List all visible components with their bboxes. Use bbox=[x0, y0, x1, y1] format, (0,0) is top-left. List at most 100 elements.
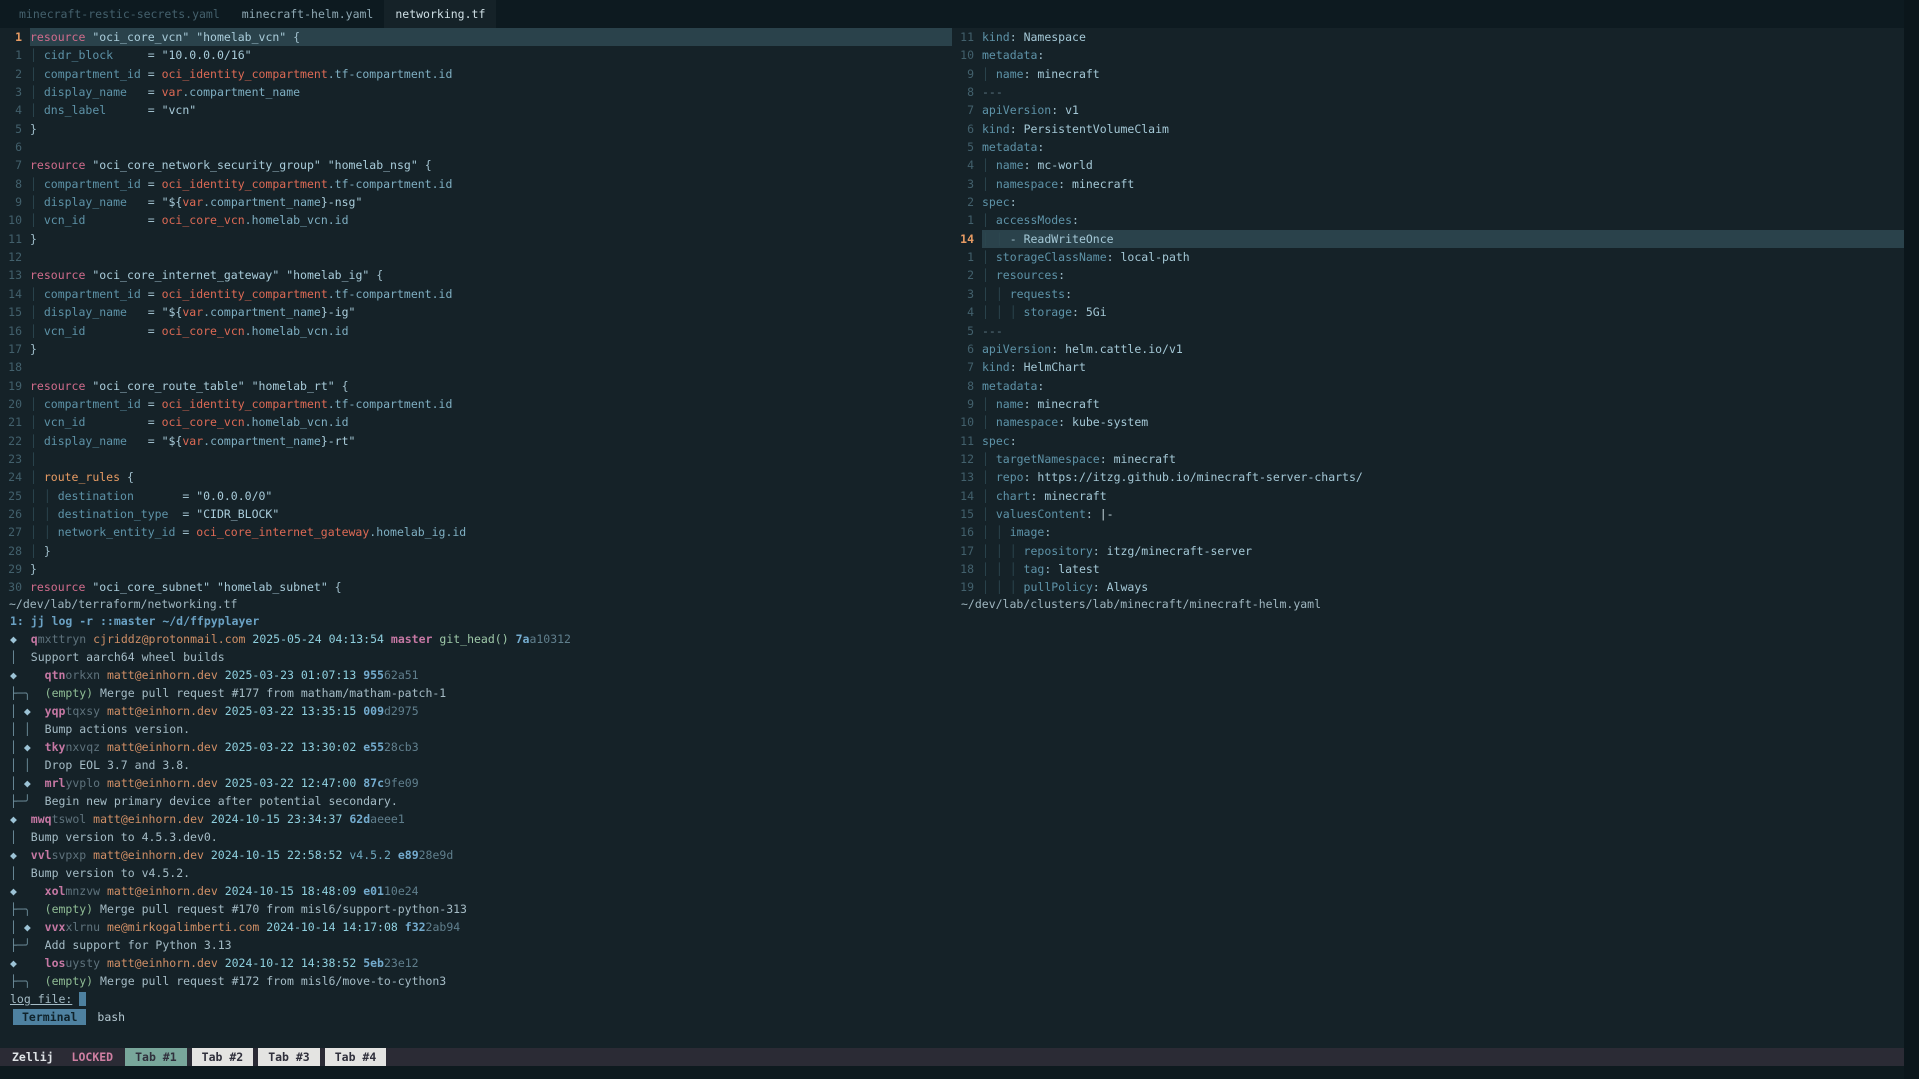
code-line[interactable]: 15│ display_name = "${var.compartment_na… bbox=[0, 303, 952, 321]
token: matt@einhorn.dev bbox=[107, 884, 218, 898]
code-line[interactable]: 19│ │ │ pullPolicy: Always bbox=[952, 578, 1904, 596]
code-line[interactable]: 2│ resources: bbox=[952, 266, 1904, 284]
token: compartment_id bbox=[44, 287, 141, 301]
token: }-rt" bbox=[321, 434, 356, 448]
code-line[interactable]: 1│ accessModes: bbox=[952, 211, 1904, 229]
code-line[interactable]: 9│ display_name = "${var.compartment_nam… bbox=[0, 193, 952, 211]
code-line[interactable]: 14│ chart: minecraft bbox=[952, 487, 1904, 505]
code-line[interactable]: 7apiVersion: v1 bbox=[952, 101, 1904, 119]
token: mc-world bbox=[1037, 158, 1092, 172]
code-line[interactable]: 1│ cidr_block = "10.0.0.0/16" bbox=[0, 46, 952, 64]
buffer-tab-minecraft-helm.yaml[interactable]: minecraft-helm.yaml bbox=[231, 0, 385, 28]
left-editor-code[interactable]: 1resource "oci_core_vcn" "homelab_vcn" {… bbox=[0, 28, 952, 597]
token: kube-system bbox=[1072, 415, 1148, 429]
zellij-tab-tab-#1[interactable]: Tab #1 bbox=[125, 1048, 187, 1066]
code-line[interactable]: 11} bbox=[0, 230, 952, 248]
zellij-tab-tab-#4[interactable]: Tab #4 bbox=[325, 1048, 387, 1066]
token: mrl bbox=[45, 776, 66, 790]
code-line[interactable]: 14│ compartment_id = oci_identity_compar… bbox=[0, 285, 952, 303]
right-editor-code[interactable]: 11kind: Namespace10metadata:9│ name: min… bbox=[952, 28, 1904, 597]
token: name bbox=[996, 67, 1024, 81]
code-line[interactable]: 2spec: bbox=[952, 193, 1904, 211]
code-line[interactable]: 17│ │ │ repository: itzg/minecraft-serve… bbox=[952, 542, 1904, 560]
code-line[interactable]: 7kind: HelmChart bbox=[952, 358, 1904, 376]
buffer-tab-minecraft-restic-secrets.yaml[interactable]: minecraft-restic-secrets.yaml bbox=[8, 0, 231, 28]
code-line[interactable]: 13│ repo: https://itzg.github.io/minecra… bbox=[952, 468, 1904, 486]
code-line[interactable]: 21│ vcn_id = oci_core_vcn.homelab_vcn.id bbox=[0, 413, 952, 431]
code-line[interactable]: 9│ name: minecraft bbox=[952, 395, 1904, 413]
line-content: │ │ image: bbox=[982, 523, 1904, 541]
code-line[interactable]: 8--- bbox=[952, 83, 1904, 101]
line-number: 19 bbox=[952, 578, 982, 596]
code-line[interactable]: 3│ namespace: minecraft bbox=[952, 175, 1904, 193]
zellij-tab-tab-#2[interactable]: Tab #2 bbox=[192, 1048, 254, 1066]
code-line-current[interactable]: 1resource "oci_core_vcn" "homelab_vcn" { bbox=[0, 28, 952, 46]
code-line[interactable]: 18 bbox=[0, 358, 952, 376]
token: │ bbox=[30, 544, 44, 558]
token: minecraft bbox=[1037, 397, 1099, 411]
code-line[interactable]: 10metadata: bbox=[952, 46, 1904, 64]
terminal-mode-chip[interactable]: Terminal bbox=[13, 1009, 86, 1025]
code-line[interactable]: 5metadata: bbox=[952, 138, 1904, 156]
token: kind bbox=[982, 30, 1010, 44]
code-line[interactable]: 16│ vcn_id = oci_core_vcn.homelab_vcn.id bbox=[0, 322, 952, 340]
code-line[interactable]: 27│ │ network_entity_id = oci_core_inter… bbox=[0, 523, 952, 541]
code-line[interactable]: 4│ │ │ storage: 5Gi bbox=[952, 303, 1904, 321]
line-number: 18 bbox=[952, 560, 982, 578]
buffer-tab-networking.tf[interactable]: networking.tf bbox=[384, 0, 496, 28]
terminal-command-line: 1: jj log -r ::master ~/d/ffpyplayer bbox=[10, 612, 1904, 630]
code-line[interactable]: 17} bbox=[0, 340, 952, 358]
line-number: 29 bbox=[0, 560, 30, 578]
code-line[interactable]: 11kind: Namespace bbox=[952, 28, 1904, 46]
code-line[interactable]: 3│ │ requests: bbox=[952, 285, 1904, 303]
code-line[interactable]: 30resource "oci_core_subnet" "homelab_su… bbox=[0, 578, 952, 596]
code-line[interactable]: 29} bbox=[0, 560, 952, 578]
code-line[interactable]: 9│ name: minecraft bbox=[952, 65, 1904, 83]
code-line[interactable]: 7resource "oci_core_network_security_gro… bbox=[0, 156, 952, 174]
code-line[interactable]: 13resource "oci_core_internet_gateway" "… bbox=[0, 266, 952, 284]
code-line[interactable]: 18│ │ │ tag: latest bbox=[952, 560, 1904, 578]
token: minecraft bbox=[1037, 67, 1099, 81]
code-line[interactable]: 6apiVersion: helm.cattle.io/v1 bbox=[952, 340, 1904, 358]
code-line[interactable]: 20│ compartment_id = oci_identity_compar… bbox=[0, 395, 952, 413]
token: Begin new primary device after potential… bbox=[45, 794, 398, 808]
token: : bbox=[1086, 507, 1100, 521]
code-line[interactable]: 19resource "oci_core_route_table" "homel… bbox=[0, 377, 952, 395]
code-line[interactable]: 23│ bbox=[0, 450, 952, 468]
code-line[interactable]: 8metadata: bbox=[952, 377, 1904, 395]
zellij-tab-tab-#3[interactable]: Tab #3 bbox=[258, 1048, 320, 1066]
code-line[interactable]: 26│ │ destination_type = "CIDR_BLOCK" bbox=[0, 505, 952, 523]
code-line-current[interactable]: 14│ │ - ReadWriteOnce bbox=[952, 230, 1904, 248]
code-line[interactable]: 8│ compartment_id = oci_identity_compart… bbox=[0, 175, 952, 193]
token: a10312 bbox=[529, 632, 571, 646]
code-line[interactable]: 16│ │ image: bbox=[952, 523, 1904, 541]
code-line[interactable]: 3│ display_name = var.compartment_name bbox=[0, 83, 952, 101]
token: .compartment_name bbox=[203, 195, 321, 209]
code-line[interactable]: 2│ compartment_id = oci_identity_compart… bbox=[0, 65, 952, 83]
code-line[interactable]: 10│ namespace: kube-system bbox=[952, 413, 1904, 431]
code-line[interactable]: 15│ valuesContent: |- bbox=[952, 505, 1904, 523]
code-line[interactable]: 12│ targetNamespace: minecraft bbox=[952, 450, 1904, 468]
code-line[interactable]: 1│ storageClassName: local-path bbox=[952, 248, 1904, 266]
code-line[interactable]: 4│ dns_label = "vcn" bbox=[0, 101, 952, 119]
log-line: ├─╮ (empty) Merge pull request #172 from… bbox=[10, 972, 1904, 990]
code-line[interactable]: 25│ │ destination = "0.0.0.0/0" bbox=[0, 487, 952, 505]
code-line[interactable]: 28│ } bbox=[0, 542, 952, 560]
code-line[interactable]: 24│ route_rules { bbox=[0, 468, 952, 486]
line-content: │ display_name = "${var.compartment_name… bbox=[30, 303, 952, 321]
code-line[interactable]: 5} bbox=[0, 120, 952, 138]
code-line[interactable]: 22│ display_name = "${var.compartment_na… bbox=[0, 432, 952, 450]
code-line[interactable]: 6kind: PersistentVolumeClaim bbox=[952, 120, 1904, 138]
token bbox=[17, 650, 31, 664]
code-line[interactable]: 4│ name: mc-world bbox=[952, 156, 1904, 174]
shell-label[interactable]: bash bbox=[97, 1010, 125, 1024]
code-line[interactable]: 6 bbox=[0, 138, 952, 156]
token: v4.5.2 bbox=[349, 848, 391, 862]
code-line[interactable]: 5--- bbox=[952, 322, 1904, 340]
token: requests bbox=[1010, 287, 1065, 301]
code-line[interactable]: 12 bbox=[0, 248, 952, 266]
terminal-pane[interactable]: 1: jj log -r ::master ~/d/ffpyplayer◆ qm… bbox=[0, 612, 1904, 1008]
line-number: 1 bbox=[0, 28, 30, 46]
code-line[interactable]: 10│ vcn_id = oci_core_vcn.homelab_vcn.id bbox=[0, 211, 952, 229]
code-line[interactable]: 11spec: bbox=[952, 432, 1904, 450]
